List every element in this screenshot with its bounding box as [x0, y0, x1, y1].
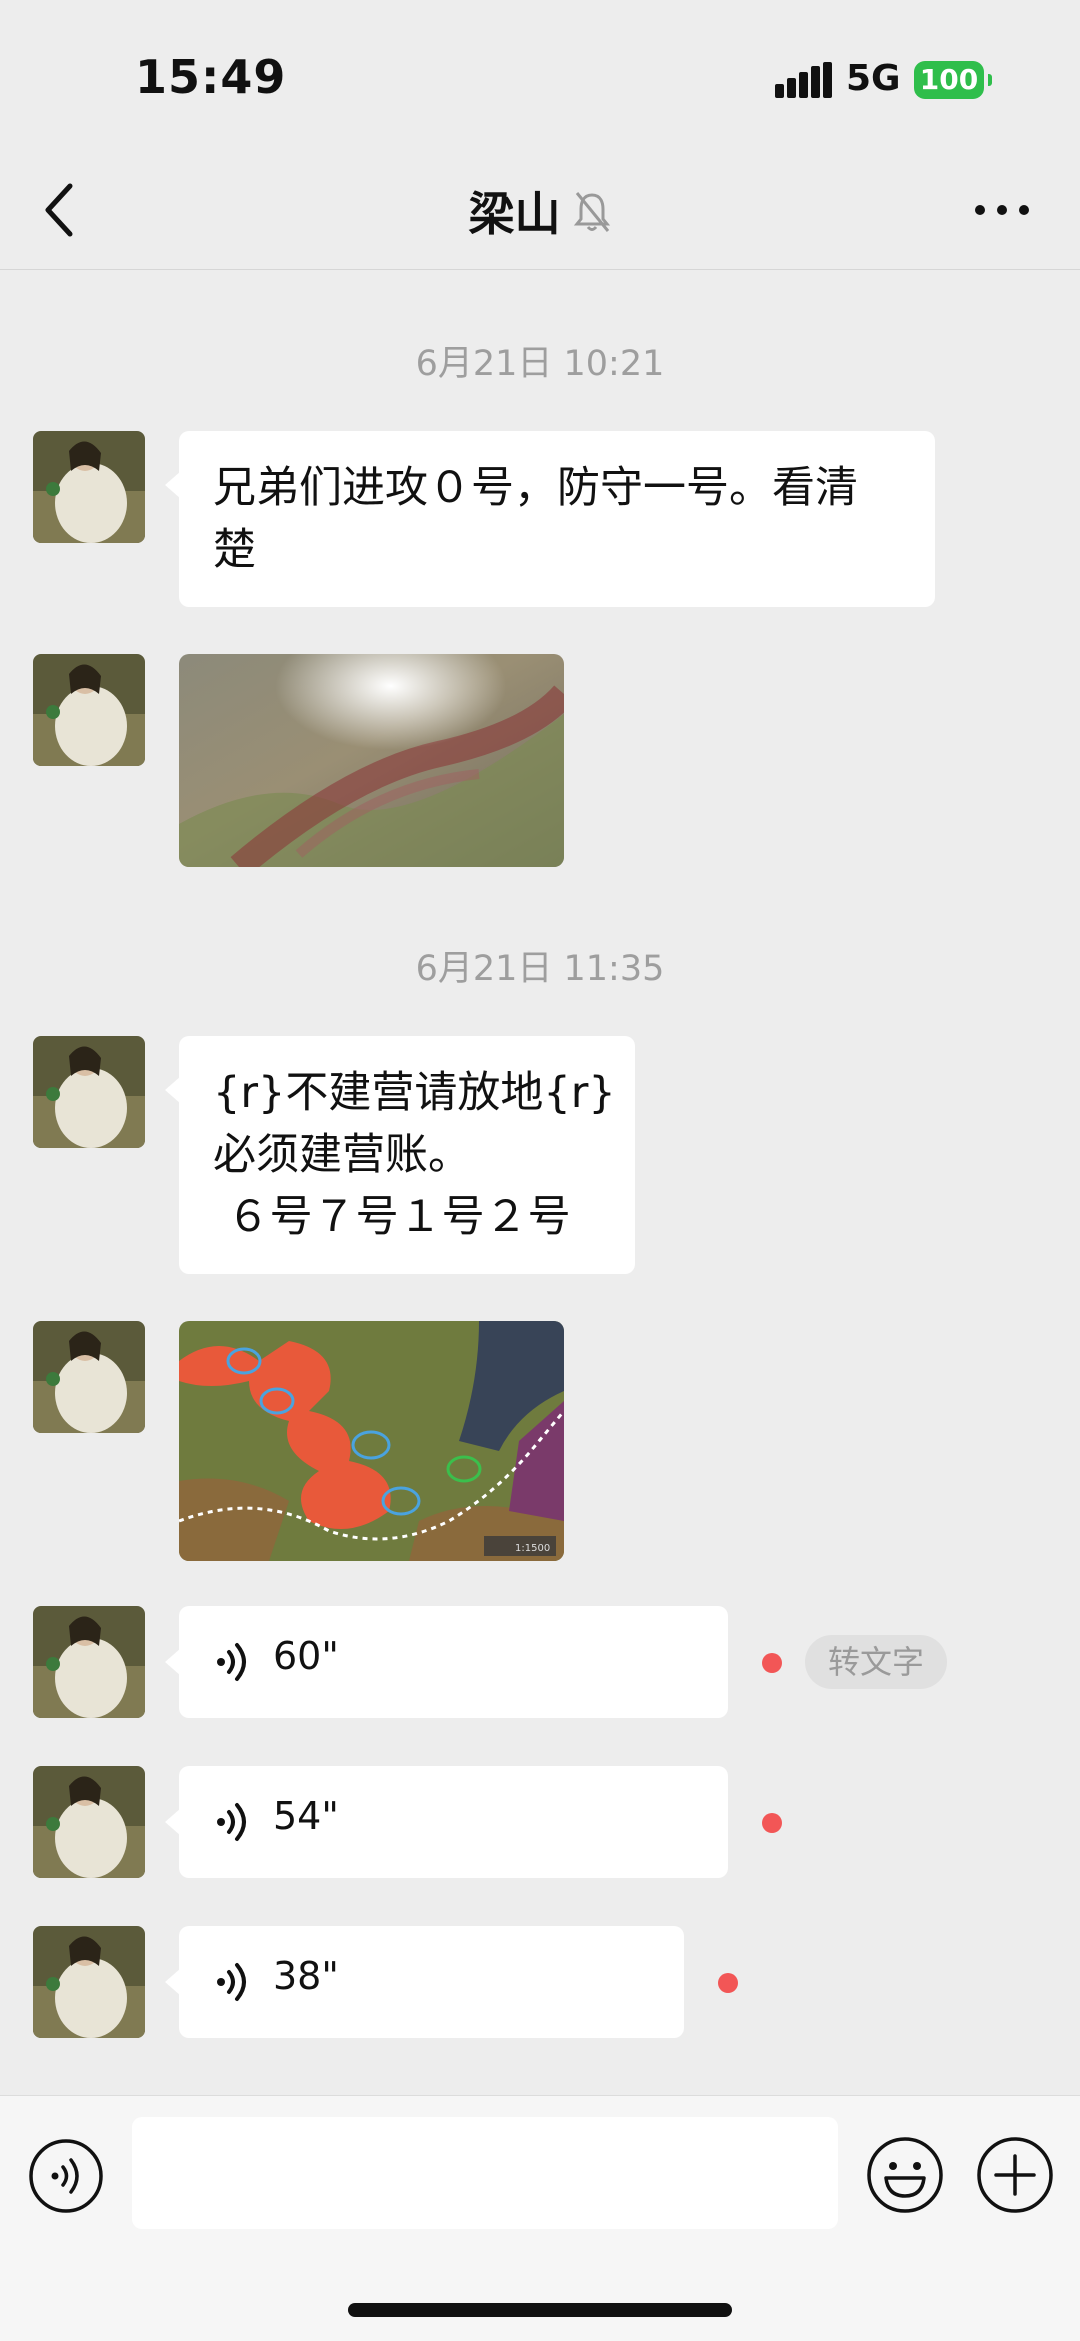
voice-mode-icon[interactable]	[28, 2138, 104, 2214]
avatar[interactable]	[33, 1321, 145, 1433]
plus-icon[interactable]	[976, 2136, 1054, 2214]
battery-icon: 100	[914, 61, 992, 99]
message-text: 楚	[213, 525, 256, 575]
voice-message[interactable]: 54"	[165, 1766, 728, 1878]
image-message[interactable]	[179, 654, 564, 867]
message-text: 必须建营账。	[213, 1130, 471, 1180]
battery-level: 100	[919, 63, 979, 96]
voice-message[interactable]: 60"	[165, 1606, 728, 1718]
map-scale: 1:1500	[515, 1543, 550, 1554]
status-bar: 15:49 5G 100	[0, 0, 1080, 150]
avatar[interactable]	[33, 1926, 145, 2038]
message-text: 兄弟们进攻０号，防守一号。看清	[213, 463, 858, 513]
unread-dot	[762, 1653, 782, 1673]
voice-wave-icon	[217, 1963, 246, 2001]
message-text: {r}不建营请放地{r}	[213, 1068, 616, 1118]
nav-bar: 梁山	[0, 150, 1080, 270]
voice-duration: 60"	[273, 1634, 339, 1678]
voice-wave-icon	[217, 1803, 246, 1841]
unread-dot	[762, 1813, 782, 1833]
signal-icon	[775, 62, 832, 98]
message-bubble[interactable]: 兄弟们进攻０号，防守一号。看清 楚	[165, 431, 935, 607]
convert-to-text-button[interactable]: 转文字	[805, 1635, 947, 1689]
emoji-icon[interactable]	[866, 2136, 944, 2214]
more-dots-icon[interactable]	[974, 192, 1030, 228]
image-message[interactable]: 1:1500	[179, 1321, 564, 1561]
avatar[interactable]	[33, 1036, 145, 1148]
message-text: ６号７号１号２号	[213, 1192, 571, 1242]
status-time: 15:49	[135, 50, 287, 104]
voice-duration: 54"	[273, 1794, 339, 1838]
home-indicator[interactable]	[348, 2303, 732, 2317]
avatar[interactable]	[33, 1606, 145, 1718]
timestamp: 6月21日 11:35	[415, 949, 665, 989]
unread-dot	[718, 1973, 738, 1993]
voice-wave-icon	[217, 1643, 246, 1681]
voice-message[interactable]: 38"	[165, 1926, 684, 2038]
avatar[interactable]	[33, 654, 145, 766]
message-bubble[interactable]: {r}不建营请放地{r} 必须建营账。 ６号７号１号２号	[165, 1036, 635, 1274]
network-type: 5G	[846, 58, 901, 99]
bell-off-icon	[573, 192, 610, 232]
voice-duration: 38"	[273, 1954, 339, 1998]
avatar[interactable]	[33, 431, 145, 543]
message-input[interactable]	[132, 2117, 838, 2229]
chat-title: 梁山	[468, 187, 561, 241]
avatar[interactable]	[33, 1766, 145, 1878]
timestamp: 6月21日 10:21	[415, 344, 665, 384]
